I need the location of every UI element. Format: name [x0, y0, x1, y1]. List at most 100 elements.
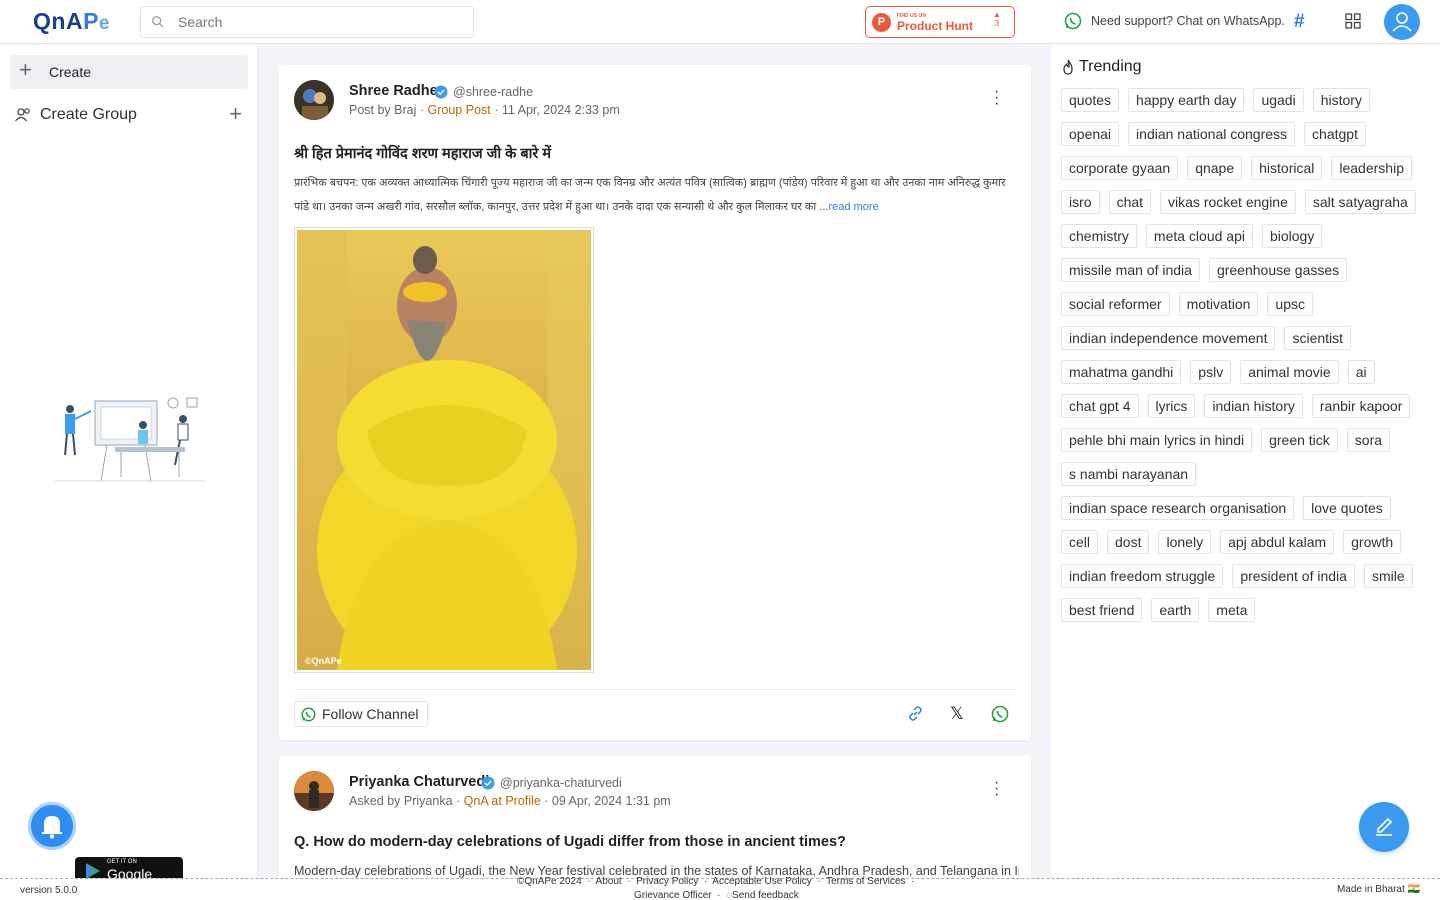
trending-tag[interactable]: smile	[1363, 564, 1413, 588]
read-more-link[interactable]: read more	[828, 201, 878, 213]
add-group-icon[interactable]: +	[229, 103, 242, 125]
trending-tag[interactable]: vikas rocket engine	[1160, 190, 1296, 214]
made-in-bharat: Made in Bharat 🇮🇳	[1336, 884, 1420, 895]
trending-tag[interactable]: ugadi	[1253, 88, 1304, 112]
qnape-logo[interactable]: QnAPe	[33, 8, 110, 35]
create-group-item[interactable]: Create Group +	[14, 103, 248, 127]
share-whatsapp-icon[interactable]	[991, 705, 1009, 723]
trending-tag[interactable]: s nambi narayanan	[1061, 462, 1197, 486]
trending-tag[interactable]: president of india	[1232, 564, 1355, 588]
trending-tag[interactable]: missile man of india	[1061, 258, 1200, 282]
trending-tag[interactable]: indian history	[1204, 394, 1303, 418]
trending-tag[interactable]: quotes	[1061, 88, 1120, 112]
trending-tag[interactable]: social reformer	[1061, 292, 1170, 316]
trending-tag[interactable]: ai	[1347, 360, 1375, 384]
grievance-link[interactable]: Grievance Officer	[634, 890, 712, 900]
author-handle[interactable]: @priyanka-chaturvedi	[500, 776, 622, 790]
trending-tag[interactable]: upsc	[1267, 292, 1313, 316]
terms-link[interactable]: Terms of Services	[826, 876, 905, 887]
trending-tag[interactable]: apj abdul kalam	[1220, 530, 1335, 554]
author-name[interactable]: Shree Radhe	[349, 83, 438, 99]
trending-tag[interactable]: indian freedom struggle	[1061, 564, 1224, 588]
search-input[interactable]: Search	[140, 6, 474, 38]
trending-tag[interactable]: meta	[1208, 598, 1256, 622]
image-watermark: ©QnAPe	[305, 656, 342, 666]
trending-tag[interactable]: chat	[1108, 190, 1152, 214]
post-meta: Post by Braj · Group Post · 11 Apr, 2024…	[349, 103, 620, 117]
trending-tag[interactable]: historical	[1251, 156, 1323, 180]
trending-tag[interactable]: biology	[1261, 224, 1323, 248]
trending-tag[interactable]: ranbir kapoor	[1311, 394, 1411, 418]
trending-tag[interactable]: best friend	[1061, 598, 1143, 622]
user-avatar-button[interactable]	[1384, 4, 1420, 40]
post-title[interactable]: श्री हित प्रेमानंद गोविंद शरण महाराज जी …	[294, 143, 551, 163]
post-image[interactable]: ©QnAPe	[294, 227, 594, 673]
trending-tag[interactable]: chemistry	[1061, 224, 1137, 248]
question-title[interactable]: Q. How do modern-day celebrations of Uga…	[294, 834, 846, 850]
trending-tag[interactable]: meta cloud api	[1145, 224, 1253, 248]
google-play-icon	[86, 863, 100, 879]
privacy-link[interactable]: Privacy Policy	[636, 876, 698, 887]
apps-grid-icon[interactable]	[1345, 13, 1361, 29]
copy-link-icon[interactable]	[907, 705, 924, 722]
trending-tag[interactable]: qnape	[1187, 156, 1243, 180]
group-icon	[14, 108, 30, 122]
trending-tag[interactable]: greenhouse gasses	[1208, 258, 1348, 282]
author-name[interactable]: Priyanka Chaturvedi	[349, 774, 489, 790]
trending-tag[interactable]: indian national congress	[1128, 122, 1296, 146]
trending-tag[interactable]: scientist	[1284, 326, 1352, 350]
about-link[interactable]: About	[596, 876, 622, 887]
plus-icon: +	[19, 57, 32, 82]
trending-tag[interactable]: pehle bhi main lyrics in hindi	[1061, 428, 1253, 452]
feedback-link[interactable]: Send feedback	[732, 890, 799, 900]
footer-links-row2: Grievance Officer · ◌Send feedback	[634, 890, 799, 900]
google-play-badge[interactable]: GET IT ON Google Play	[75, 857, 183, 879]
trending-tag[interactable]: lyrics	[1147, 394, 1196, 418]
trending-tag[interactable]: salt satyagraha	[1304, 190, 1416, 214]
post-card: Priyanka Chaturvedi @priyanka-chaturvedi…	[279, 756, 1031, 896]
trending-tag[interactable]: chat gpt 4	[1061, 394, 1139, 418]
trending-tag[interactable]: lonely	[1158, 530, 1212, 554]
trending-tag[interactable]: love quotes	[1303, 496, 1391, 520]
hashtag-icon[interactable]: #	[1294, 12, 1305, 31]
trending-tag[interactable]: leadership	[1331, 156, 1412, 180]
follow-channel-button[interactable]: Follow Channel	[294, 701, 428, 727]
author-avatar[interactable]	[294, 771, 334, 811]
share-x-icon[interactable]: 𝕏	[950, 705, 964, 722]
author-handle[interactable]: @shree-radhe	[453, 85, 533, 99]
footer: version 5.0.0 ©QnAPe 2024 · About · Priv…	[0, 876, 1440, 900]
trending-tag[interactable]: happy earth day	[1128, 88, 1245, 112]
more-options-icon[interactable]: · · ·	[994, 84, 999, 112]
user-icon	[1392, 12, 1412, 32]
trending-tag[interactable]: sora	[1346, 428, 1391, 452]
trending-tag[interactable]: corporate gyaan	[1061, 156, 1179, 180]
trending-tag[interactable]: chatgpt	[1304, 122, 1366, 146]
trending-tag[interactable]: openai	[1061, 122, 1120, 146]
aup-link[interactable]: Acceptable Use Policy	[712, 876, 812, 887]
trending-tag[interactable]: isro	[1061, 190, 1100, 214]
trending-tag[interactable]: indian space research organisation	[1061, 496, 1295, 520]
write-post-button[interactable]	[1359, 802, 1409, 852]
author-avatar[interactable]	[294, 80, 334, 120]
trending-tag[interactable]: motivation	[1178, 292, 1259, 316]
trending-tag[interactable]: mahatma gandhi	[1061, 360, 1182, 384]
trending-tag[interactable]: earth	[1151, 598, 1200, 622]
more-options-icon[interactable]: · · ·	[994, 775, 999, 803]
trending-tags: quotes happy earth day ugadi history openai i…	[1061, 88, 1431, 622]
whatsapp-icon	[1064, 12, 1082, 30]
trending-tag[interactable]: green tick	[1261, 428, 1338, 452]
post-photo: ©QnAPe	[297, 230, 591, 670]
trending-tag[interactable]: indian independence movement	[1061, 326, 1276, 350]
product-hunt-badge[interactable]: P FIND US ON Product Hunt ▲ 3	[865, 6, 1015, 38]
whatsapp-support-link[interactable]: Need support? Chat on WhatsApp.	[1064, 12, 1285, 35]
trending-tag[interactable]: growth	[1343, 530, 1402, 554]
trending-tag[interactable]: cell	[1061, 530, 1099, 554]
trending-tag[interactable]: history	[1312, 88, 1370, 112]
trending-tag[interactable]: dost	[1107, 530, 1150, 554]
group-post-link[interactable]: Group Post	[428, 103, 491, 117]
notification-bell-button[interactable]	[28, 802, 76, 850]
create-button[interactable]: + Create	[10, 55, 248, 89]
qna-profile-link[interactable]: QnA at Profile	[464, 794, 541, 808]
trending-tag[interactable]: pslv	[1190, 360, 1232, 384]
trending-tag[interactable]: animal movie	[1240, 360, 1339, 384]
